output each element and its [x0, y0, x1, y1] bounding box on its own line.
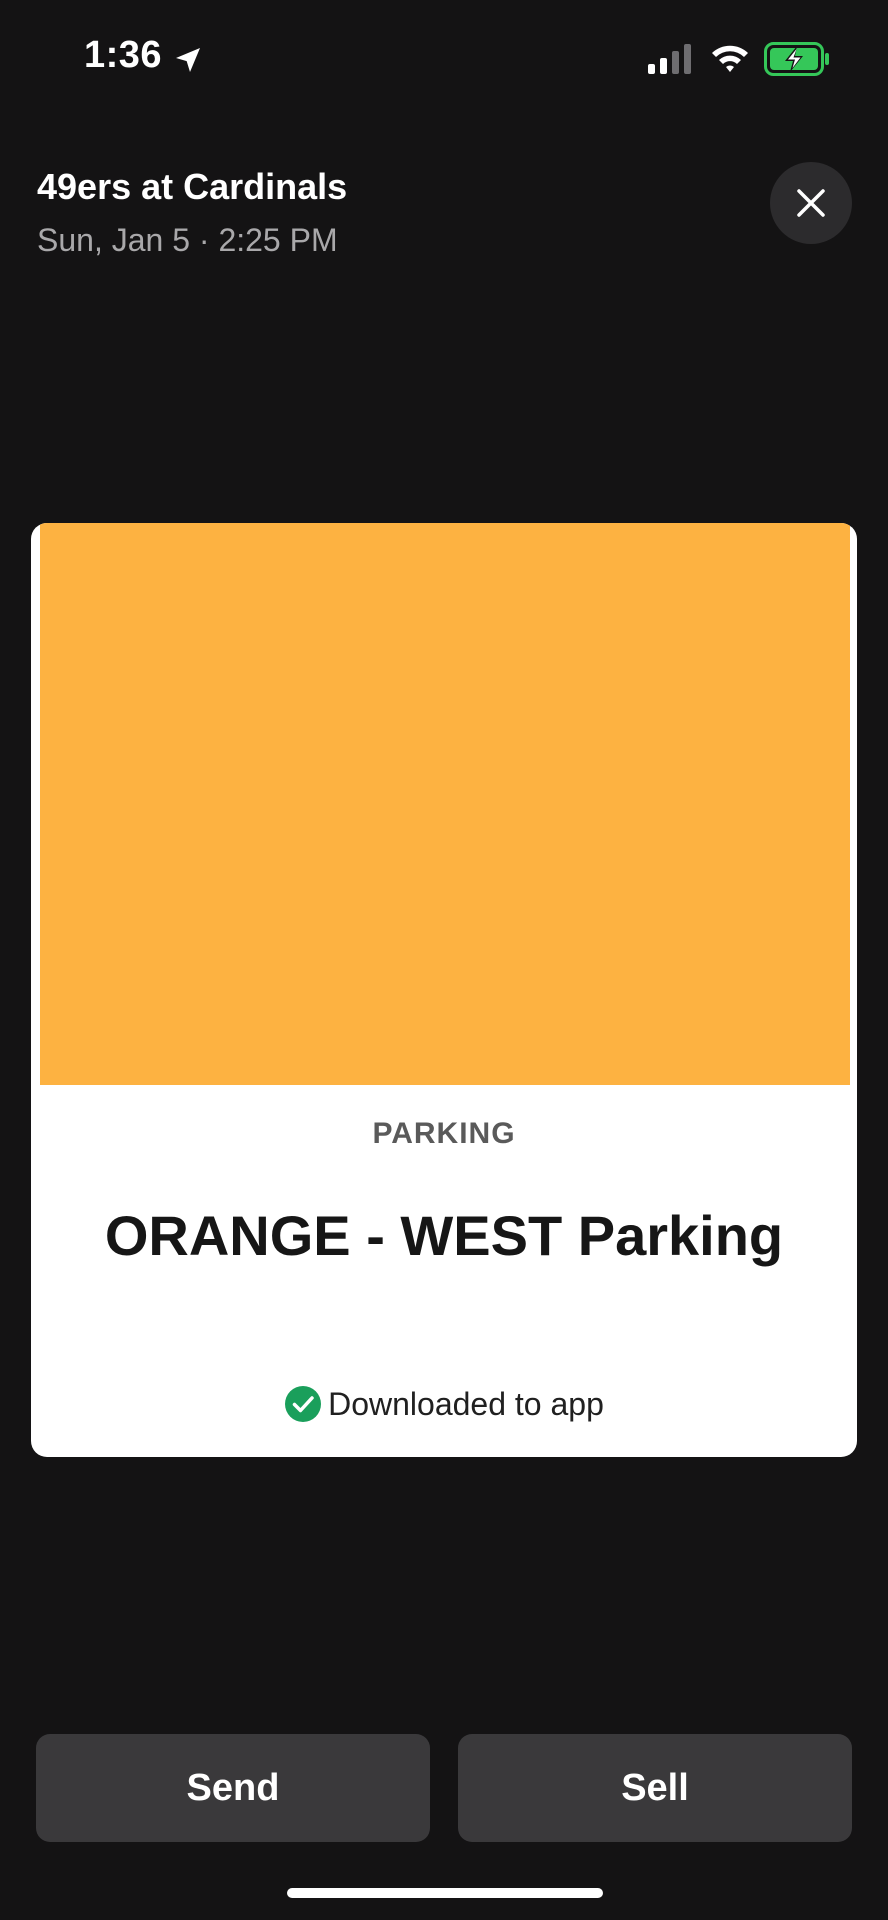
check-circle-icon: [285, 1386, 322, 1422]
close-button[interactable]: [770, 162, 852, 244]
home-indicator[interactable]: [287, 1888, 603, 1898]
ticket-status: Downloaded to app: [31, 1385, 857, 1423]
ticket-card[interactable]: PARKING ORANGE - WEST Parking Downloaded…: [31, 523, 857, 1457]
wifi-icon: [712, 45, 748, 72]
status-time: 1:36: [84, 34, 163, 76]
ticket-banner: [40, 523, 850, 1085]
close-icon: [797, 189, 825, 217]
event-date: Sun, Jan 5 · 2:25 PM: [37, 222, 338, 258]
ticket-status-label: Downloaded to app: [328, 1386, 604, 1422]
ticket-category: PARKING: [372, 1117, 516, 1150]
battery-charging-icon: [764, 42, 829, 76]
send-button[interactable]: Send: [36, 1734, 430, 1842]
cellular-signal-icon: [648, 44, 691, 74]
sell-button[interactable]: Sell: [458, 1734, 852, 1842]
location-arrow-icon: [176, 48, 200, 72]
event-title: 49ers at Cardinals: [37, 166, 348, 207]
status-bar: 1:36: [0, 0, 888, 120]
ticket-name: ORANGE - WEST Parking: [104, 1204, 784, 1267]
